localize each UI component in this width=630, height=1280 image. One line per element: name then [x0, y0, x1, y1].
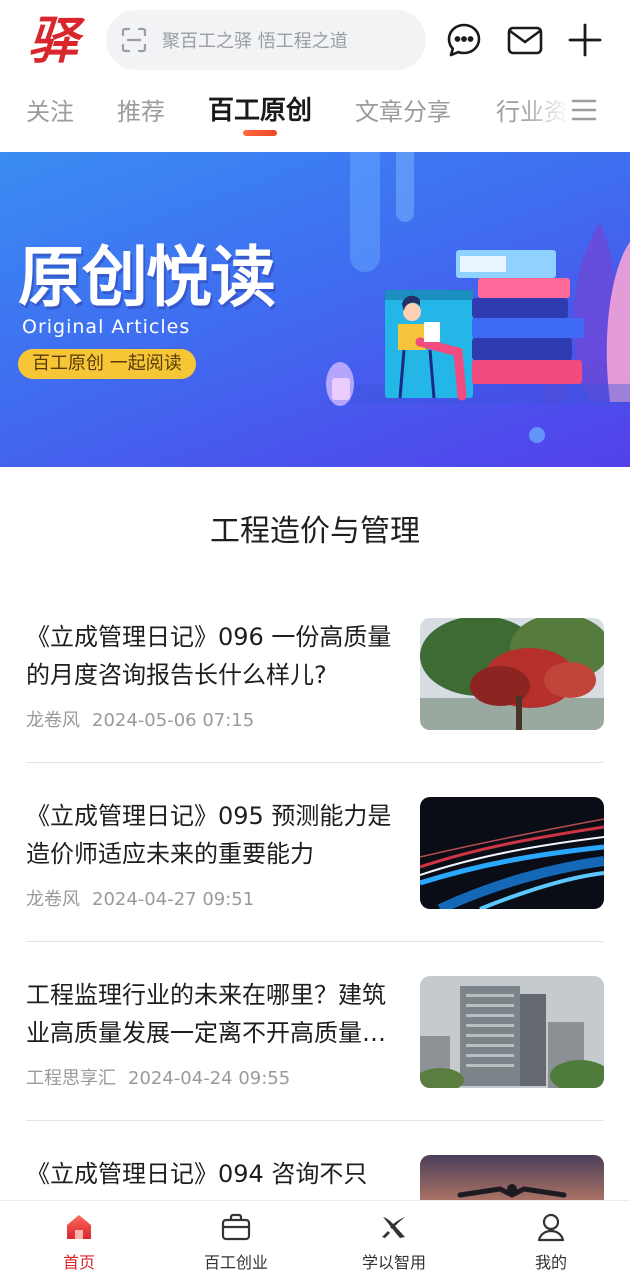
- category-tabs: 关注 推荐 百工原创 文章分享 行业资: [0, 80, 630, 140]
- article-title: 《立成管理日记》096 一份高质量的月度咨询报告长什么样儿?: [26, 623, 392, 689]
- article-author: 工程思享汇: [26, 1068, 116, 1089]
- banner-title: 原创悦读: [18, 238, 276, 316]
- search-placeholder: 聚百工之驿 悟工程之道: [162, 31, 348, 52]
- article-author: 龙卷风: [26, 889, 80, 910]
- divider: [26, 762, 604, 763]
- tree-photo: [420, 618, 604, 730]
- article-title: 工程监理行业的未来在哪里？建筑业高质量发展一定离不开高质量的监理: [26, 981, 386, 1047]
- article-time: 2024-05-06 07:15: [92, 710, 255, 731]
- article-title: 《立成管理日记》094 咨询不只: [26, 1160, 368, 1188]
- x-logo-icon: [382, 1217, 405, 1238]
- article-meta: 工程思享汇 2024-04-24 09:55: [26, 1064, 290, 1090]
- building-photo: [420, 976, 604, 1088]
- article-meta: 龙卷风 2024-04-27 09:51: [26, 885, 254, 911]
- article-thumbnail: [420, 618, 604, 730]
- tab-article-share[interactable]: 文章分享: [355, 92, 451, 127]
- top-bar: 驿 聚百工之驿 悟工程之道: [0, 0, 630, 80]
- nav-home[interactable]: 首页: [19, 1201, 139, 1280]
- divider: [26, 941, 604, 942]
- nav-learn[interactable]: 学以智用: [334, 1201, 454, 1280]
- tab-recommend[interactable]: 推荐: [117, 92, 165, 127]
- chat-icon[interactable]: [444, 20, 484, 60]
- section-title: 工程造价与管理: [210, 514, 420, 549]
- divider: [26, 1120, 604, 1121]
- article-time: 2024-04-27 09:51: [92, 889, 255, 910]
- nav-startup-label: 百工创业: [203, 1253, 268, 1272]
- search-input[interactable]: 聚百工之驿 悟工程之道: [106, 10, 426, 70]
- nav-learn-label: 学以智用: [361, 1253, 426, 1272]
- banner-slogan-badge: 百工原创 一起阅读: [18, 349, 196, 379]
- article-item[interactable]: 《立成管理日记》095 预测能力是造价师适应未来的重要能力 龙卷风 2024-04…: [26, 797, 604, 976]
- active-tab-indicator: [243, 130, 277, 136]
- logo-icon[interactable]: 驿: [28, 12, 82, 70]
- nav-home-label: 首页: [62, 1253, 95, 1272]
- mail-icon[interactable]: [505, 20, 545, 60]
- article-time: 2024-04-24 09:55: [128, 1068, 291, 1089]
- scan-icon[interactable]: [120, 26, 148, 54]
- nav-startup[interactable]: 百工创业: [176, 1201, 296, 1280]
- article-title: 《立成管理日记》095 预测能力是造价师适应未来的重要能力: [26, 802, 392, 868]
- home-icon: [67, 1215, 91, 1239]
- user-icon: [537, 1213, 565, 1242]
- tab-original[interactable]: 百工原创: [208, 90, 312, 127]
- light-trails-photo: [420, 797, 604, 909]
- plus-icon[interactable]: [565, 20, 605, 60]
- nav-profile[interactable]: 我的: [491, 1201, 611, 1280]
- bottom-navigation: 首页 百工创业 学以智用 我的: [0, 1200, 630, 1280]
- article-thumbnail: [420, 797, 604, 909]
- article-meta: 龙卷风 2024-05-06 07:15: [26, 706, 254, 732]
- article-item[interactable]: 工程监理行业的未来在哪里？建筑业高质量发展一定离不开高质量的监理 工程思享汇 20…: [26, 976, 604, 1155]
- tab-follow[interactable]: 关注: [26, 92, 74, 127]
- banner[interactable]: 原创悦读 Original Articles 百工原创 一起阅读: [0, 152, 630, 467]
- menu-icon[interactable]: [570, 96, 598, 124]
- nav-profile-label: 我的: [534, 1253, 567, 1272]
- article-item[interactable]: 《立成管理日记》096 一份高质量的月度咨询报告长什么样儿? 龙卷风 2024-0…: [26, 618, 604, 797]
- banner-subtitle: Original Articles: [22, 316, 191, 338]
- briefcase-icon: [221, 1213, 251, 1241]
- article-author: 龙卷风: [26, 710, 80, 731]
- article-thumbnail: [420, 976, 604, 1088]
